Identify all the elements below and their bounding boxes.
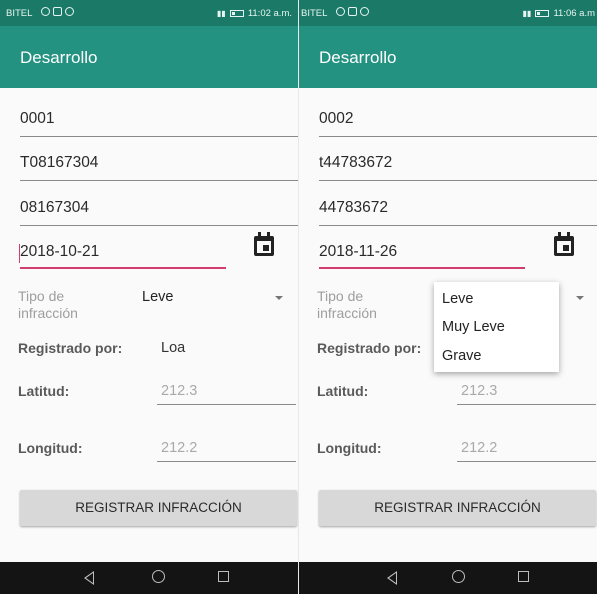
- nav-home-icon[interactable]: [452, 570, 465, 583]
- carrier-label: BITEL: [301, 8, 328, 19]
- latitud-field[interactable]: 212.3: [161, 383, 197, 399]
- app-bar: Desarrollo: [0, 26, 298, 88]
- field-underline-focused: [20, 267, 226, 269]
- field-underline: [457, 404, 596, 405]
- field-underline: [157, 404, 296, 405]
- field-underline-focused: [319, 267, 525, 269]
- register-infraction-button[interactable]: REGISTRAR INFRACCIÓN: [319, 490, 596, 526]
- field-underline: [157, 461, 296, 462]
- document-value: 08167304: [20, 199, 89, 216]
- dropdown-arrow-icon[interactable]: [576, 296, 584, 300]
- dropdown-option-leve[interactable]: Leve: [442, 291, 473, 307]
- nav-home-icon[interactable]: [152, 570, 165, 583]
- field-underline: [457, 461, 596, 462]
- gallery-icon: [348, 7, 357, 16]
- navigation-bar: [0, 562, 298, 594]
- code-value: 0002: [319, 110, 354, 127]
- longitud-label: Longitud:: [317, 440, 382, 456]
- registrado-value: Loa: [161, 340, 186, 356]
- dropdown-option-grave[interactable]: Grave: [442, 348, 482, 364]
- whatsapp-icon: [41, 7, 50, 16]
- nav-recents-icon[interactable]: [518, 571, 529, 582]
- nav-back-icon[interactable]: [84, 571, 94, 585]
- status-bar: BITEL ▮▮ 11:06 a.m: [299, 0, 597, 26]
- plate-value: t44783672: [319, 154, 393, 171]
- calendar-icon[interactable]: [552, 232, 576, 258]
- signal-icon: ▮▮: [522, 9, 532, 18]
- status-time: 11:02 a.m.: [247, 8, 292, 19]
- app-title: Desarrollo: [20, 48, 98, 67]
- plate-value: T08167304: [20, 154, 99, 171]
- battery-icon: [535, 10, 550, 17]
- status-bar: BITEL ▮▮ 11:02 a.m.: [0, 0, 298, 26]
- field-underline: [319, 180, 597, 181]
- status-icons: [336, 7, 369, 16]
- notification-icon: [360, 7, 369, 16]
- field-underline: [20, 136, 298, 137]
- nav-back-icon[interactable]: [387, 571, 397, 585]
- app-bar: Desarrollo: [299, 26, 597, 88]
- notification-icon: [65, 7, 74, 16]
- status-time: 11:06 a.m: [553, 8, 595, 19]
- navigation-bar: [299, 562, 597, 594]
- phone-screen-left: BITEL ▮▮ 11:02 a.m. Desarrollo 0001 T081…: [0, 0, 298, 594]
- date-value: 2018-11-26: [319, 243, 398, 260]
- longitud-field[interactable]: 212.2: [161, 440, 197, 456]
- field-underline: [319, 136, 597, 137]
- calendar-icon[interactable]: [252, 232, 276, 258]
- document-value: 44783672: [319, 199, 388, 216]
- field-underline: [319, 225, 597, 226]
- code-value: 0001: [20, 110, 55, 127]
- battery-icon: [229, 10, 244, 17]
- field-underline: [20, 180, 298, 181]
- signal-icon: ▮▮: [217, 9, 226, 18]
- dropdown-option-muy-leve[interactable]: Muy Leve: [442, 319, 505, 335]
- whatsapp-icon: [336, 7, 345, 16]
- registrado-label: Registrado por:: [18, 340, 123, 356]
- nav-recents-icon[interactable]: [218, 571, 229, 582]
- registrado-label: Registrado por:: [317, 340, 422, 356]
- app-title: Desarrollo: [319, 48, 397, 67]
- carrier-label: BITEL: [6, 8, 33, 19]
- longitud-field[interactable]: 212.2: [461, 440, 497, 456]
- tipo-infraccion-label: Tipo de infracción: [18, 288, 78, 321]
- latitud-label: Latitud:: [18, 383, 70, 399]
- gallery-icon: [53, 7, 62, 16]
- tipo-infraccion-label: Tipo de infracción: [317, 288, 377, 321]
- tipo-infraccion-dropdown: Leve Muy Leve Grave: [434, 282, 559, 372]
- latitud-label: Latitud:: [317, 383, 369, 399]
- tipo-infraccion-spinner[interactable]: Leve: [142, 289, 173, 305]
- dropdown-arrow-icon[interactable]: [275, 296, 283, 300]
- field-underline: [20, 225, 298, 226]
- date-value: 2018-10-21: [20, 243, 100, 260]
- register-infraction-button[interactable]: REGISTRAR INFRACCIÓN: [20, 490, 297, 526]
- status-icons: [41, 7, 74, 16]
- phone-screen-right: BITEL ▮▮ 11:06 a.m Desarrollo 0002 t4478…: [299, 0, 597, 594]
- longitud-label: Longitud:: [18, 440, 83, 456]
- latitud-field[interactable]: 212.3: [461, 383, 497, 399]
